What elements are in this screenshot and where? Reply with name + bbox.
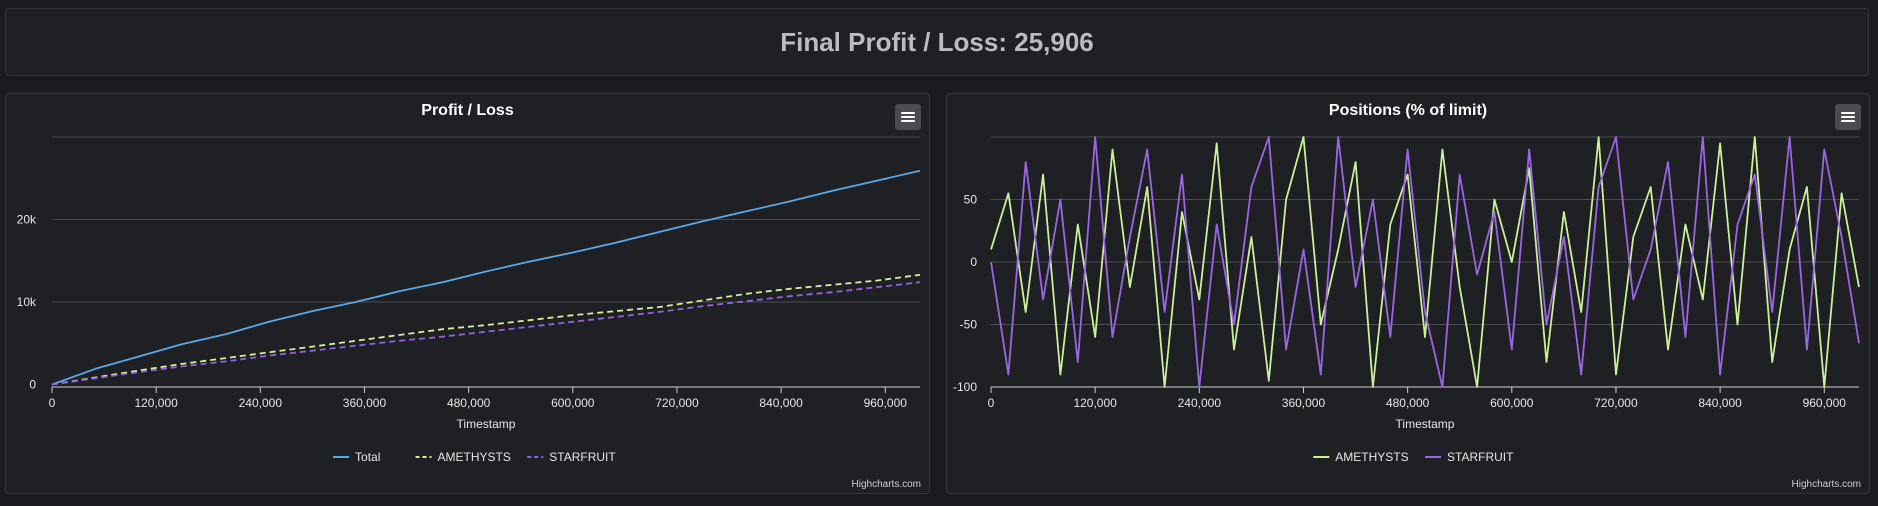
positions-x-tick-label: 600,000 — [1490, 396, 1534, 410]
pnl-x-tick-label: 0 — [49, 396, 56, 410]
positions-y-tick-label: 0 — [970, 255, 977, 269]
positions-x-tick-label: 0 — [988, 396, 995, 410]
positions-x-tick-label: 720,000 — [1594, 396, 1638, 410]
pnl-y-tick-label: 20k — [17, 213, 37, 227]
pnl-x-tick-label: 120,000 — [134, 396, 178, 410]
positions-chart-panel: Positions (% of limit) -100 -50 0 50 0 120,00… — [946, 93, 1870, 494]
pnl-x-tick-label: 840,000 — [759, 396, 803, 410]
pnl-credits-link[interactable]: Highcharts.com — [852, 479, 921, 490]
positions-x-axis-title: Timestamp — [1396, 417, 1455, 431]
positions-y-tick-label: -100 — [953, 380, 977, 394]
pnl-series-starfruit[interactable] — [51, 281, 921, 386]
pnl-y-tick-label: 10k — [17, 295, 37, 309]
pnl-chart: 0 10k 20k 0 120,000 240,000 360,000 480,000 600,… — [17, 136, 921, 464]
pnl-x-axis-title: Timestamp — [457, 417, 516, 431]
pnl-x-tick-label: 720,000 — [655, 396, 699, 410]
legend-label-starfruit: STARFRUIT — [1447, 450, 1514, 464]
pnl-x-tick-label: 240,000 — [239, 396, 283, 410]
pnl-x-tick-label: 600,000 — [551, 396, 595, 410]
pnl-x-tick-label: 960,000 — [864, 396, 908, 410]
pnl-x-tick-label: 360,000 — [343, 396, 387, 410]
positions-x-tick-label: 960,000 — [1803, 396, 1847, 410]
positions-y-tick-label: 50 — [964, 193, 978, 207]
pnl-series-amethysts[interactable] — [51, 273, 921, 386]
legend-item-starfruit[interactable]: STARFRUIT — [527, 450, 616, 464]
positions-x-tick-label: 360,000 — [1282, 396, 1326, 410]
positions-x-tick-label: 840,000 — [1698, 396, 1742, 410]
pnl-y-tick-label: 0 — [29, 378, 36, 392]
final-pnl-title: Final Profit / Loss: 25,906 — [780, 27, 1094, 57]
legend-item-starfruit[interactable]: STARFRUIT — [1425, 450, 1514, 464]
positions-credits-link[interactable]: Highcharts.com — [1792, 479, 1861, 490]
legend-label-starfruit: STARFRUIT — [549, 450, 616, 464]
legend-label-amethysts: AMETHYSTS — [1335, 450, 1408, 464]
positions-x-tick-label: 240,000 — [1178, 396, 1222, 410]
positions-y-tick-label: -50 — [960, 318, 978, 332]
legend-label-total: Total — [355, 450, 380, 464]
header-panel: Final Profit / Loss: 25,906 — [5, 8, 1869, 76]
pnl-x-tick-label: 480,000 — [447, 396, 491, 410]
positions-x-tick-label: 480,000 — [1386, 396, 1430, 410]
positions-chart: -100 -50 0 50 0 120,000 240,000 360,000 480,000 6… — [953, 136, 1860, 464]
pnl-series-total[interactable] — [51, 169, 921, 386]
positions-x-tick-label: 120,000 — [1073, 396, 1117, 410]
legend-item-amethysts[interactable]: AMETHYSTS — [1313, 450, 1409, 464]
legend-item-amethysts[interactable]: AMETHYSTS — [415, 450, 511, 464]
legend-item-total[interactable]: Total — [333, 450, 380, 464]
pnl-chart-panel: Profit / Loss 0 10k 20k 0 120,000 240,000 360,… — [5, 93, 930, 494]
legend-label-amethysts: AMETHYSTS — [438, 450, 511, 464]
